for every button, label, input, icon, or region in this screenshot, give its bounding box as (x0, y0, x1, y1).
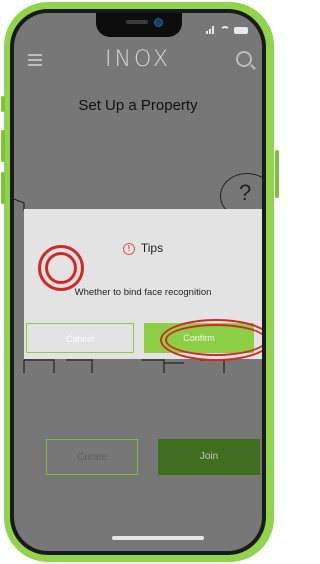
join-button[interactable]: Join (158, 439, 260, 475)
volume-down-button (1, 172, 5, 204)
power-button (275, 150, 279, 198)
screen: INOX Set Up a Property ? ! Tips Whether t… (14, 13, 262, 551)
home-indicator (112, 536, 204, 540)
front-camera (154, 18, 163, 27)
app-logo: INOX (105, 47, 171, 72)
battery-icon (234, 26, 248, 34)
speaker (126, 20, 148, 24)
volume-up-button (1, 130, 5, 162)
warning-icon: ! (122, 242, 135, 255)
app-header: INOX (14, 41, 262, 77)
create-button[interactable]: Create (46, 439, 138, 475)
notch (96, 13, 182, 37)
page-title: Set Up a Property (78, 97, 198, 114)
mute-switch (1, 96, 5, 112)
dialog-title: Tips (140, 241, 164, 255)
search-icon[interactable] (236, 51, 252, 67)
wifi-icon (220, 26, 230, 34)
signal-icon (206, 26, 216, 34)
cancel-button[interactable]: Cancel (26, 323, 134, 353)
annotation-ring-inner (45, 252, 77, 284)
status-bar (206, 26, 248, 34)
confirm-highlight-inner (165, 324, 262, 356)
